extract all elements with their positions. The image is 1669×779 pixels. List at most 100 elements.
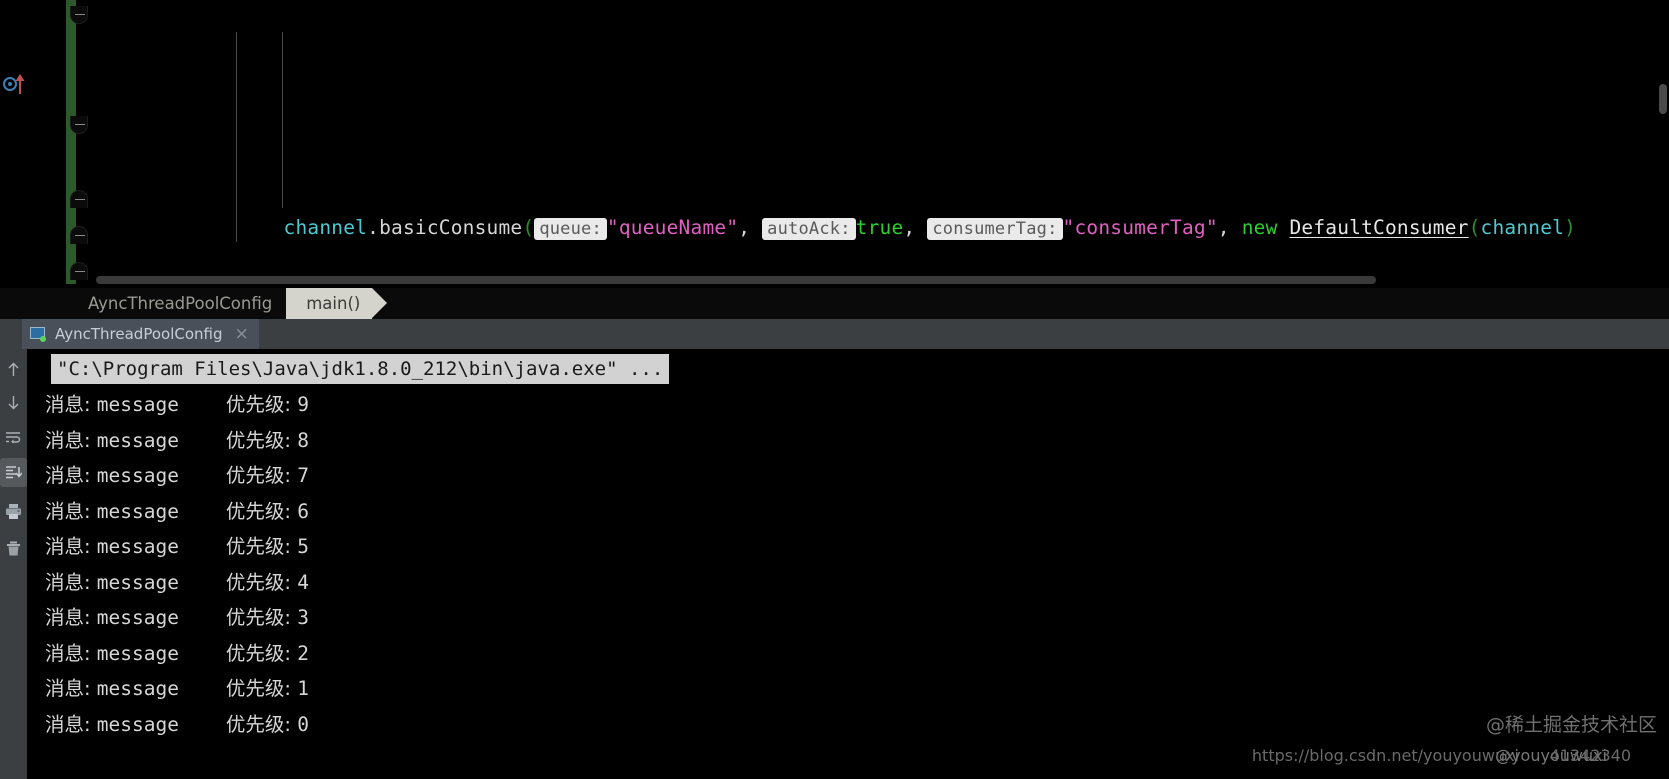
output-priority-value: 3 [297,606,309,629]
output-message-value: message [96,393,226,416]
breadcrumb-label: AyncThreadPoolConfig [88,294,273,313]
output-priority-label: 优先级: [225,606,298,629]
output-message-label: 消息: [45,677,97,700]
console-output-line: 消息: message 优先级: 9 [45,387,309,423]
output-priority-label: 优先级: [225,428,298,452]
editor-marker-strip [0,0,30,288]
output-message-value: message [96,606,226,629]
output-priority-label: 优先级: [225,464,298,487]
fold-marker[interactable] [70,116,88,134]
output-message-label: 消息: [45,428,97,452]
editor-vertical-scrollbar[interactable] [1659,84,1667,114]
console-output-line: 消息: message 优先级: 2 [45,636,309,672]
console-output-line: 消息: message 优先级: 4 [45,565,309,601]
token-method-basic-consume: basicConsume [379,216,523,239]
indent-guide [282,32,283,208]
output-message-value: message [96,535,226,558]
ide-window: channel.basicConsume(queue: "queueName", … [0,0,1669,779]
param-hint-auto-ack: autoAck: [762,218,856,240]
token-dot: . [367,216,380,239]
close-icon[interactable]: × [234,324,248,344]
console-output-line: 消息: message 优先级: 3 [45,600,309,636]
watermark-juejin: @稀土掘金技术社区 [1485,714,1657,736]
output-priority-label: 优先级: [225,535,298,558]
token-string-queue-name: "queueName" [606,216,739,239]
output-message-value: message [96,712,226,736]
output-priority-value: 8 [297,428,309,452]
token-comma: , [903,216,916,239]
output-priority-label: 优先级: [225,677,298,700]
console-output-lines: 消息: message 优先级: 9 消息: message 优先级: 8 消息: … [45,387,309,742]
token-class-default-consumer: DefaultConsumer [1289,216,1469,239]
run-tab-label: AyncThreadPoolConfig [55,325,223,343]
run-method-gutter-icon[interactable] [2,70,28,98]
breadcrumb: AyncThreadPoolConfig main() [0,288,1669,319]
output-priority-value: 7 [297,464,309,487]
breadcrumb-item-class[interactable]: AyncThreadPoolConfig [74,288,302,319]
token-lparen: ( [1468,216,1481,239]
down-arrow-icon[interactable] [0,388,27,417]
output-priority-value: 4 [297,570,309,594]
output-priority-label: 优先级: [225,393,298,416]
output-message-value: message [96,570,226,594]
watermark-csdn-url: https://blog.csdn.net/youyouwuxi [1251,746,1519,765]
token-keyword-new: new [1241,216,1278,239]
editor-gutter[interactable] [68,0,92,288]
output-message-label: 消息: [45,570,97,594]
console-output-line: 消息: message 优先级: 0 [45,707,309,743]
up-arrow-icon[interactable] [0,355,27,384]
output-priority-value: 0 [297,712,309,736]
output-message-label: 消息: [45,464,97,487]
token-arg-channel: channel [1480,216,1565,239]
soft-wrap-icon[interactable] [0,423,27,452]
console-output-line: 消息: message 优先级: 8 [45,423,309,459]
breadcrumb-label: main() [306,294,361,313]
code-editor[interactable]: channel.basicConsume(queue: "queueName", … [0,0,1669,288]
output-message-value: message [96,677,226,700]
output-message-label: 消息: [45,606,97,629]
output-priority-label: 优先级: [225,499,298,523]
output-message-value: message [96,641,226,665]
console-output-panel[interactable]: "C:\Program Files\Java\jdk1.8.0_212\bin\… [27,349,1669,779]
output-priority-value: 5 [297,535,309,558]
token-keyword-true: true [855,216,904,239]
console-output-line: 消息: message 优先级: 6 [45,494,309,530]
console-command-line: "C:\Program Files\Java\jdk1.8.0_212\bin\… [51,354,670,384]
run-tab-aync-thread-pool-config[interactable]: AyncThreadPoolConfig × [22,319,259,349]
output-priority-value: 6 [297,499,309,523]
param-hint-queue: queue: [534,218,607,240]
token-lparen: ( [522,216,535,239]
param-hint-consumer-tag: consumerTag: [927,218,1063,240]
output-priority-label: 优先级: [225,570,298,594]
output-message-label: 消息: [45,499,97,523]
output-message-label: 消息: [45,535,97,558]
editor-horizontal-scrollbar[interactable] [96,276,1376,284]
console-toolbar [0,349,27,779]
token-comma: , [738,216,751,239]
code-line: channel.basicConsume(queue: "queueName", … [96,175,1669,240]
fold-marker[interactable] [70,190,88,208]
output-message-label: 消息: [45,393,97,416]
fold-marker[interactable] [70,226,88,244]
fold-marker[interactable] [70,262,88,280]
output-priority-value: 1 [297,677,309,700]
run-configuration-icon [30,326,47,342]
scroll-to-end-icon[interactable] [0,458,27,487]
trash-icon[interactable] [0,534,27,563]
output-priority-value: 2 [297,641,309,665]
console-output-line: 消息: message 优先级: 1 [45,671,309,707]
output-priority-value: 9 [297,393,309,416]
token-rparen: ) [1564,216,1577,239]
output-priority-label: 优先级: [225,712,298,736]
indent-guide [236,32,237,242]
code-text[interactable]: channel.basicConsume(queue: "queueName", … [96,0,1669,288]
print-icon[interactable] [0,497,27,526]
output-message-label: 消息: [45,641,97,665]
output-message-label: 消息: [45,712,97,736]
console-output-line: 消息: message 优先级: 7 [45,458,309,494]
fold-marker[interactable] [70,6,88,24]
token-channel: channel [283,216,368,239]
output-message-value: message [96,464,226,487]
console-output-line: 消息: message 优先级: 5 [45,529,309,565]
watermark-csdn-id: 41342340 [1549,746,1631,765]
